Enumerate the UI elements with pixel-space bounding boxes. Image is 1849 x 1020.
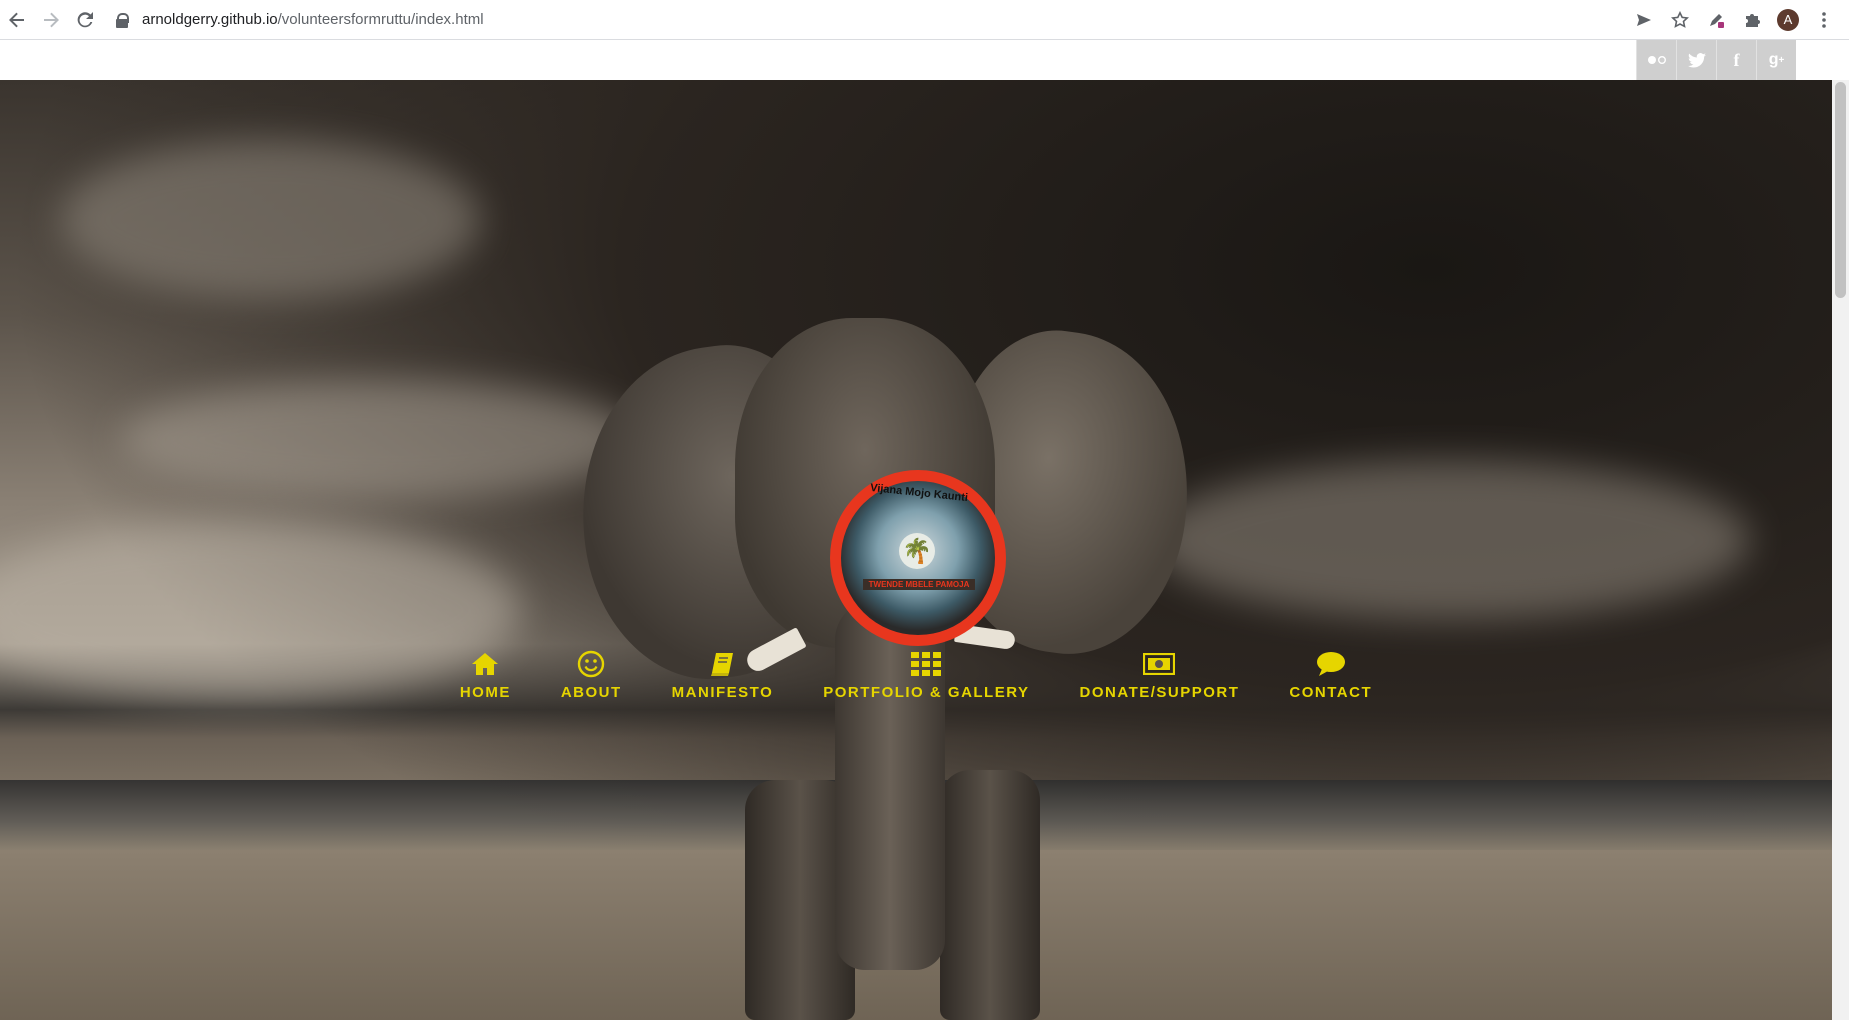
twitter-icon[interactable] [1676,40,1716,80]
hero-background: Vijana Mojo Kaunti 🌴 TWENDE MBELE PAMOJA [0,80,1832,1020]
flickr-icon[interactable] [1636,40,1676,80]
nav-donate-label: DONATE/SUPPORT [1079,684,1240,701]
reload-icon[interactable] [68,3,102,37]
lock-icon [116,12,129,28]
profile-avatar[interactable]: A [1773,5,1803,35]
nav-portfolio[interactable]: PORTFOLIO & GALLERY [823,650,1029,701]
extensions-puzzle-icon[interactable] [1737,5,1767,35]
google-plus-icon[interactable]: g + [1756,40,1796,80]
page-content: f g + Vijana Mojo Kaunti 🌴 TWENDE MBELE P… [0,40,1849,1020]
nav-manifesto[interactable]: MANIFESTO [672,650,774,701]
menu-kebab-icon[interactable] [1809,5,1839,35]
avatar: A [1777,8,1799,31]
facebook-icon[interactable]: f [1716,40,1756,80]
nav-home-label: HOME [459,684,511,701]
nav-contact-label: CONTACT [1289,684,1373,701]
forward-icon[interactable] [34,3,68,37]
logo-top-text: Vijana Mojo Kaunti [869,481,969,505]
address-bar[interactable]: arnoldgerry.github.io/volunteersformrutt… [102,0,1629,40]
nav-contact[interactable]: CONTACT [1289,650,1372,701]
nav-donate[interactable]: DONATE/SUPPORT [1080,650,1240,701]
money-bill-icon [1143,650,1176,678]
browser-toolbar: arnoldgerry.github.io/volunteersformrutt… [0,0,1849,40]
main-navigation: HOME ABOUT MANIFESTO PORTFOLIO & GALLERY [0,650,1832,701]
home-icon [471,650,499,678]
book-icon [709,650,735,678]
social-links: f g + [1636,40,1796,80]
nav-about-label: ABOUT [560,684,622,701]
scrollbar-thumb[interactable] [1835,82,1846,298]
grid-icon [911,650,942,678]
social-bar: f g + [0,40,1832,80]
page-scrollbar[interactable] [1832,80,1849,1020]
cloud [1150,460,1750,620]
extension-pen-icon[interactable] [1701,5,1731,35]
url-host: arnoldgerry.github.io [142,11,278,28]
nav-portfolio-label: PORTFOLIO & GALLERY [823,684,1030,701]
nav-about[interactable]: ABOUT [561,650,622,701]
send-icon[interactable] [1629,5,1659,35]
nav-home[interactable]: HOME [460,650,511,701]
cloud [120,380,640,500]
site-logo[interactable]: Vijana Mojo Kaunti 🌴 TWENDE MBELE PAMOJA [830,470,1006,646]
palm-tree-icon: 🌴 [899,533,935,569]
logo-bottom-text: TWENDE MBELE PAMOJA [863,579,975,590]
url-path: /volunteersformruttu/index.html [277,11,484,28]
elephant-leg [940,770,1040,1020]
smiley-icon [577,650,605,678]
chat-bubble-icon [1316,650,1346,678]
bookmark-star-icon[interactable] [1665,5,1695,35]
cloud [60,140,480,300]
nav-manifesto-label: MANIFESTO [671,684,774,701]
back-icon[interactable] [0,3,34,37]
